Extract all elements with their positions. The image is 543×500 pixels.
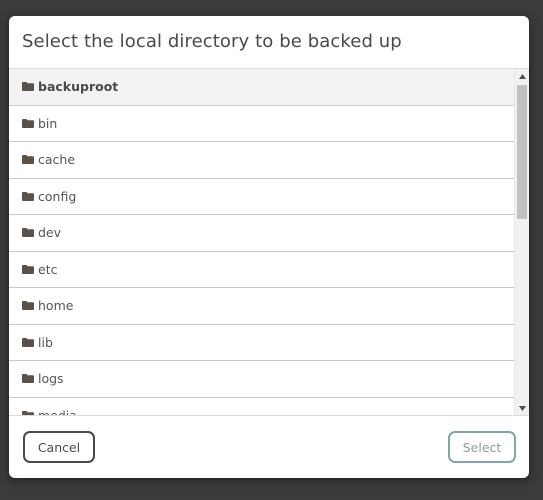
vertical-scrollbar[interactable] <box>514 69 529 415</box>
folder-icon <box>22 155 34 165</box>
directory-item-logs[interactable]: logs <box>9 361 514 398</box>
scroll-up-arrow-icon[interactable] <box>515 69 529 83</box>
directory-label: lib <box>38 334 53 350</box>
directory-label: etc <box>38 261 58 277</box>
directory-item-dev[interactable]: dev <box>9 215 514 252</box>
directory-label: media <box>38 407 77 416</box>
dialog-header: Select the local directory to be backed … <box>9 16 529 69</box>
directory-label: bin <box>38 115 58 131</box>
folder-icon <box>22 337 34 347</box>
dialog-title: Select the local directory to be backed … <box>22 31 402 52</box>
directory-item-etc[interactable]: etc <box>9 252 514 288</box>
directory-list: backuproot bin cache config dev etc home… <box>9 69 514 416</box>
dialog-footer: Cancel Select <box>9 416 529 478</box>
folder-icon <box>22 228 34 238</box>
folder-icon <box>22 301 34 311</box>
folder-icon <box>22 191 34 201</box>
folder-icon <box>22 374 34 384</box>
cancel-button[interactable]: Cancel <box>23 431 95 463</box>
folder-icon <box>22 118 34 128</box>
directory-item-backuproot[interactable]: backuproot <box>9 69 514 106</box>
directory-label: dev <box>38 225 62 241</box>
directory-item-config[interactable]: config <box>9 179 514 215</box>
directory-item-bin[interactable]: bin <box>9 106 514 142</box>
directory-label: config <box>38 188 77 204</box>
directory-item-cache[interactable]: cache <box>9 142 514 179</box>
select-button[interactable]: Select <box>448 431 516 463</box>
folder-icon <box>22 264 34 274</box>
scrollbar-thumb[interactable] <box>517 85 527 219</box>
directory-label: backuproot <box>38 79 119 95</box>
folder-icon <box>22 82 34 92</box>
directory-select-dialog: Select the local directory to be backed … <box>9 16 529 478</box>
directory-list-area: backuproot bin cache config dev etc home… <box>9 69 529 416</box>
scroll-down-arrow-icon[interactable] <box>515 401 529 415</box>
directory-item-home[interactable]: home <box>9 288 514 325</box>
directory-label: cache <box>38 152 76 168</box>
directory-item-lib[interactable]: lib <box>9 325 514 361</box>
directory-item-media[interactable]: media <box>9 398 514 416</box>
directory-label: home <box>38 298 74 314</box>
directory-label: logs <box>38 371 64 387</box>
